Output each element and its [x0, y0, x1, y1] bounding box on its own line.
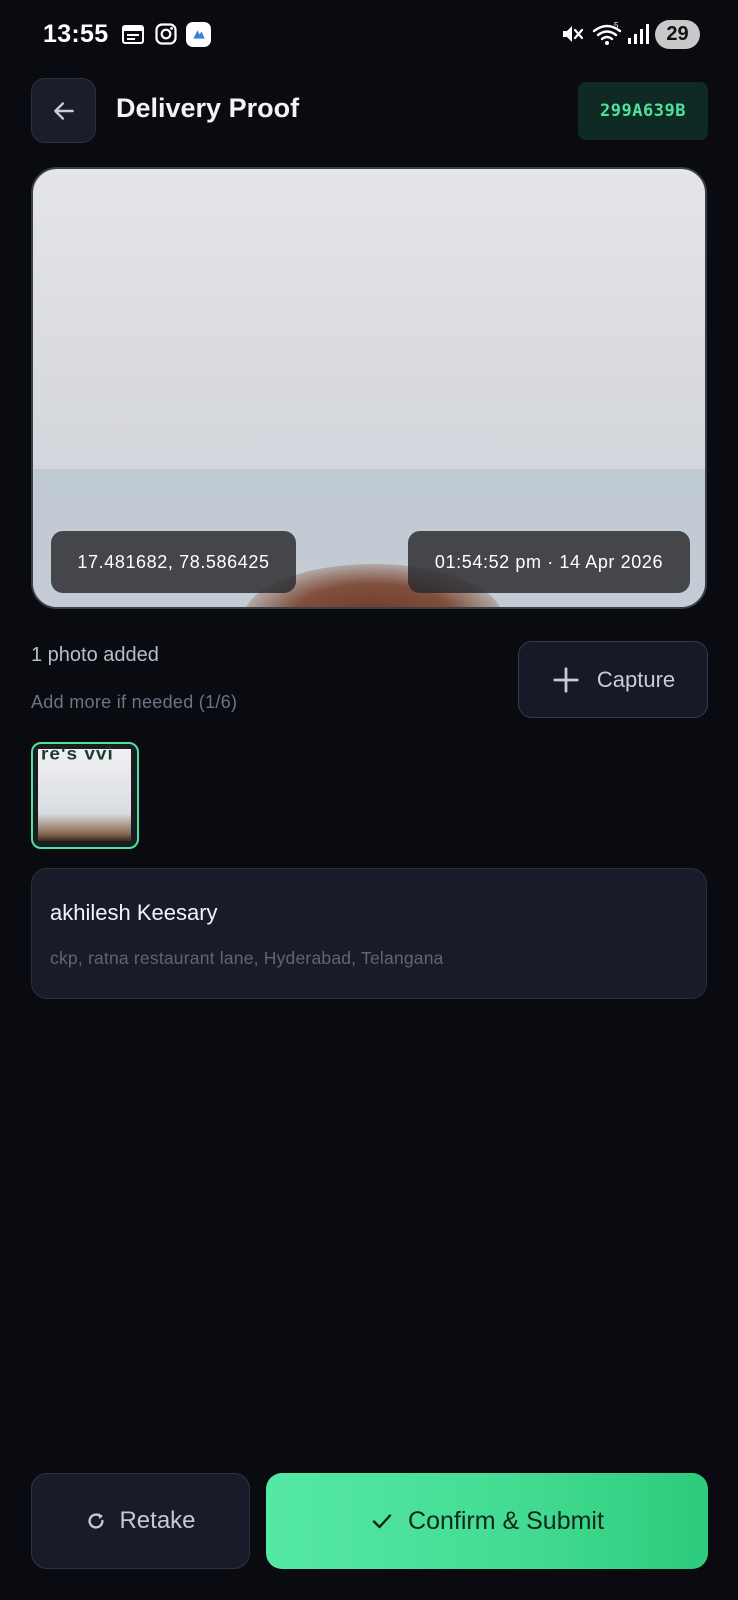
signal-icon [628, 24, 649, 44]
status-bar: 13:55 5 29 [0, 0, 738, 72]
capture-label: Capture [596, 666, 676, 692]
plus-icon [553, 666, 579, 693]
photo-thumbnail[interactable]: re's vvi [31, 742, 139, 849]
photo-count-text: 1 photo added [31, 644, 159, 666]
status-time: 13:55 [43, 20, 109, 48]
photo-preview[interactable]: 17.481682, 78.586425 01:54:52 pm · 14 Ap… [31, 167, 707, 609]
refresh-icon [88, 1513, 105, 1529]
customer-name: akhilesh Keesary [50, 900, 218, 925]
page-title: Delivery Proof [116, 93, 300, 123]
gps-coordinates-label: 17.481682, 78.586425 [51, 531, 296, 593]
photo-hint-text: Add more if needed (1/6) [31, 692, 238, 712]
battery-indicator: 29 [655, 20, 700, 49]
retake-label: Retake [119, 1507, 196, 1534]
delivery-proof-screen: 13:55 5 29 Delivery Proof 299A639B 17.48… [0, 0, 738, 1600]
wifi-icon: 5 [592, 22, 622, 45]
instagram-icon [155, 23, 177, 45]
arrow-left-icon [53, 101, 74, 120]
capture-button[interactable]: Capture [518, 641, 708, 718]
customer-address: ckp, ratna restaurant lane, Hyderabad, T… [50, 948, 444, 968]
submit-label: Confirm & Submit [408, 1506, 604, 1535]
mute-icon [563, 26, 584, 42]
retake-button[interactable]: Retake [31, 1473, 250, 1569]
checkmark-icon [372, 1514, 392, 1529]
confirm-submit-button[interactable]: Confirm & Submit [266, 1473, 708, 1569]
back-button[interactable] [31, 78, 96, 143]
order-id-badge: 299A639B [578, 82, 708, 140]
calendar-icon [122, 25, 144, 44]
app-icon [186, 22, 211, 47]
thumbnail-text: re's vvi [41, 745, 114, 764]
svg-text:5: 5 [614, 22, 619, 30]
photo-timestamp-label: 01:54:52 pm · 14 Apr 2026 [408, 531, 690, 593]
customer-card: akhilesh Keesary ckp, ratna restaurant l… [31, 868, 707, 999]
